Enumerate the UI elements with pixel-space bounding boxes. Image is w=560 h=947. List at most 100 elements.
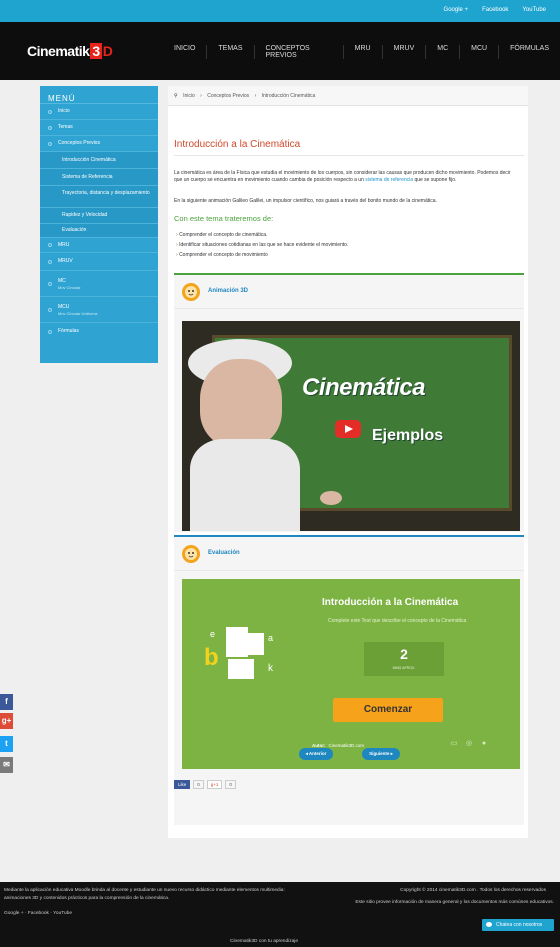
nav-mc[interactable]: MC — [426, 45, 461, 59]
breadcrumb-current: Introducción Cinemática — [261, 93, 316, 99]
letters-illustration: b e a k — [198, 619, 288, 689]
reference-system-link[interactable]: sistema de referencia — [365, 177, 413, 183]
previous-button[interactable]: ◂ Anterior — [299, 748, 333, 760]
sidebar-item-label: Inicio — [58, 108, 70, 114]
video-title: Cinemática — [302, 374, 426, 401]
panel-header: Evaluación — [174, 537, 524, 571]
list-item: Identificar situaciones cotidianas en la… — [176, 240, 516, 250]
sidebar-item-label: Evaluación — [62, 227, 87, 233]
sidebar-item-mcu[interactable]: MCU Mov Circular Uniforme — [40, 297, 158, 323]
twitter-share-button[interactable]: t — [0, 736, 13, 752]
footer-link-facebook[interactable]: Facebook — [28, 911, 49, 916]
sidebar-item-label: Rapidez y Velocidad — [62, 212, 108, 218]
sidebar-subitem-introduccion[interactable]: Introducción Cinemática — [40, 152, 158, 169]
nav-temas[interactable]: TEMAS — [207, 45, 255, 59]
gplus-share-button[interactable]: g+ — [0, 713, 13, 729]
logo-word: Cinematik — [27, 43, 90, 59]
svg-text:a: a — [268, 633, 273, 643]
sidebar-item-temas[interactable]: Temas — [40, 120, 158, 136]
footer-copyright: Copyright © 2014 cinematik3D.com . Todos… — [400, 888, 546, 893]
top-link-youtube[interactable]: YouTube — [522, 7, 546, 13]
quiz-title: Introducción a la Cinemática — [322, 597, 459, 608]
svg-text:k: k — [268, 663, 274, 674]
google-plus-button[interactable]: g+1 — [206, 780, 223, 789]
site-header: Cinematik 3 D INICIO TEMAS CONCEPTOS PREVI… — [0, 22, 560, 80]
footer-tagline: Cinematik3D con tu aprendizaje — [230, 939, 298, 944]
breadcrumb-inicio[interactable]: Inicio — [183, 93, 195, 99]
top-link-facebook[interactable]: Facebook — [482, 7, 508, 13]
bullet-icon — [48, 243, 52, 247]
facebook-like-button[interactable]: Like — [174, 780, 191, 789]
nav-formulas[interactable]: FÓRMULAS — [499, 45, 560, 59]
tiger-mascot-icon — [182, 283, 200, 301]
author-name: Cinematik3D.com — [328, 743, 365, 748]
sidebar-item-mru[interactable]: MRU — [40, 238, 158, 253]
sidebar-item-label: Trayectoria, distancia y desplazamiento — [62, 190, 150, 196]
sidebar-item-formulas[interactable]: Fórmulas — [40, 323, 158, 340]
sidebar-subitem-trayectoria[interactable]: Trayectoria, distancia y desplazamiento — [40, 186, 158, 208]
embed-icon[interactable]: ▭ — [450, 740, 458, 748]
footer-link-google[interactable]: Google + — [4, 911, 24, 916]
breadcrumb-conceptos[interactable]: Conceptos Previos — [207, 93, 249, 99]
sidebar-subitem-sistema-referencia[interactable]: Sistema de Referencia — [40, 169, 158, 186]
sidebar-item-mruv[interactable]: MRUV — [40, 253, 158, 271]
bullet-icon — [48, 125, 52, 130]
top-bar: Google + Facebook YouTube — [0, 0, 560, 22]
title-divider — [174, 155, 524, 156]
start-quiz-button[interactable]: Comenzar — [333, 698, 443, 722]
facebook-icon: f — [5, 697, 8, 706]
bullet-icon — [48, 281, 52, 286]
galileo-head — [200, 359, 282, 447]
nav-mru[interactable]: MRU — [344, 45, 383, 59]
nav-mruv[interactable]: MRUV — [383, 45, 427, 59]
sidebar-item-conceptos-previos[interactable]: Conceptos Previos — [40, 136, 158, 152]
play-button-icon[interactable] — [335, 420, 361, 438]
sidebar-item-sublabel: Mov Circular Uniforme — [58, 311, 98, 316]
page-title: Introducción a la Cinemática — [174, 139, 301, 150]
site-logo[interactable]: Cinematik 3 D — [27, 43, 113, 59]
list-item: Comprender el concepto de movimiento — [176, 250, 516, 260]
sidebar-item-label: Fórmulas — [58, 328, 79, 334]
intro-text: La cinemática es área de la Física que e… — [174, 170, 511, 183]
share-row: Like 0 g+1 0 — [174, 780, 236, 789]
sidebar-subitem-rapidez[interactable]: Rapidez y Velocidad — [40, 208, 158, 224]
main-nav: INICIO TEMAS CONCEPTOS PREVIOS MRU MRUV … — [163, 45, 560, 59]
sidebar-item-label: Introducción Cinemática — [62, 157, 116, 163]
sidebar-item-inicio[interactable]: Inicio — [40, 104, 158, 120]
sidebar-item-mc[interactable]: MC Mov Circular — [40, 271, 158, 297]
video-subtitle: Ejemplos — [372, 427, 444, 444]
nav-conceptos-previos[interactable]: CONCEPTOS PREVIOS — [255, 45, 344, 59]
share-icon[interactable]: ◎ — [465, 740, 473, 748]
next-label: Siguiente — [369, 751, 390, 756]
nav-mcu[interactable]: MCU — [460, 45, 500, 59]
animation-panel: Animación 3D Cinemática Ejemplos — [174, 273, 524, 532]
quiz-minutes: 2 — [400, 646, 408, 662]
sidebar-item-label: MRUV — [58, 258, 73, 264]
bullet-icon — [48, 109, 52, 114]
top-link-google[interactable]: Google + — [444, 7, 469, 13]
breadcrumb-separator: › — [254, 93, 257, 99]
chat-button[interactable]: Chatea con nosotros — [482, 919, 554, 931]
location-pin-icon: ⚲ — [174, 93, 178, 99]
bullet-icon — [48, 329, 52, 334]
breadcrumb: ⚲ Inicio › Conceptos Previos › Introducc… — [168, 86, 528, 106]
panel-title: Evaluación — [208, 550, 240, 556]
facebook-share-button[interactable]: f — [0, 694, 13, 710]
tiger-mascot-icon — [182, 545, 200, 563]
quiz-duration-box: 2 MINS APROX. — [364, 642, 444, 676]
sidebar-subitem-evaluacion[interactable]: Evaluación — [40, 224, 158, 238]
panel-title: Animación 3D — [208, 288, 249, 294]
menu-title: MENÚ — [40, 86, 158, 104]
sidebar-item-label: MC — [58, 278, 66, 284]
sidebar-item-label: MCU — [58, 304, 70, 310]
quiz-minutes-label: MINS APROX. — [392, 666, 416, 670]
email-share-button[interactable]: ✉ — [0, 757, 13, 773]
info-icon[interactable]: ● — [480, 740, 488, 748]
site-footer: Mediante la aplicación educativa Moodle … — [0, 882, 560, 947]
video-player[interactable]: Cinemática Ejemplos — [182, 321, 520, 531]
footer-link-youtube[interactable]: YouTube — [53, 911, 72, 916]
quiz-subtitle: Complete este Test que describe el conce… — [328, 618, 467, 624]
next-button[interactable]: Siguiente ▸ — [362, 748, 400, 760]
like-count: 0 — [193, 780, 204, 789]
nav-inicio[interactable]: INICIO — [163, 45, 208, 59]
